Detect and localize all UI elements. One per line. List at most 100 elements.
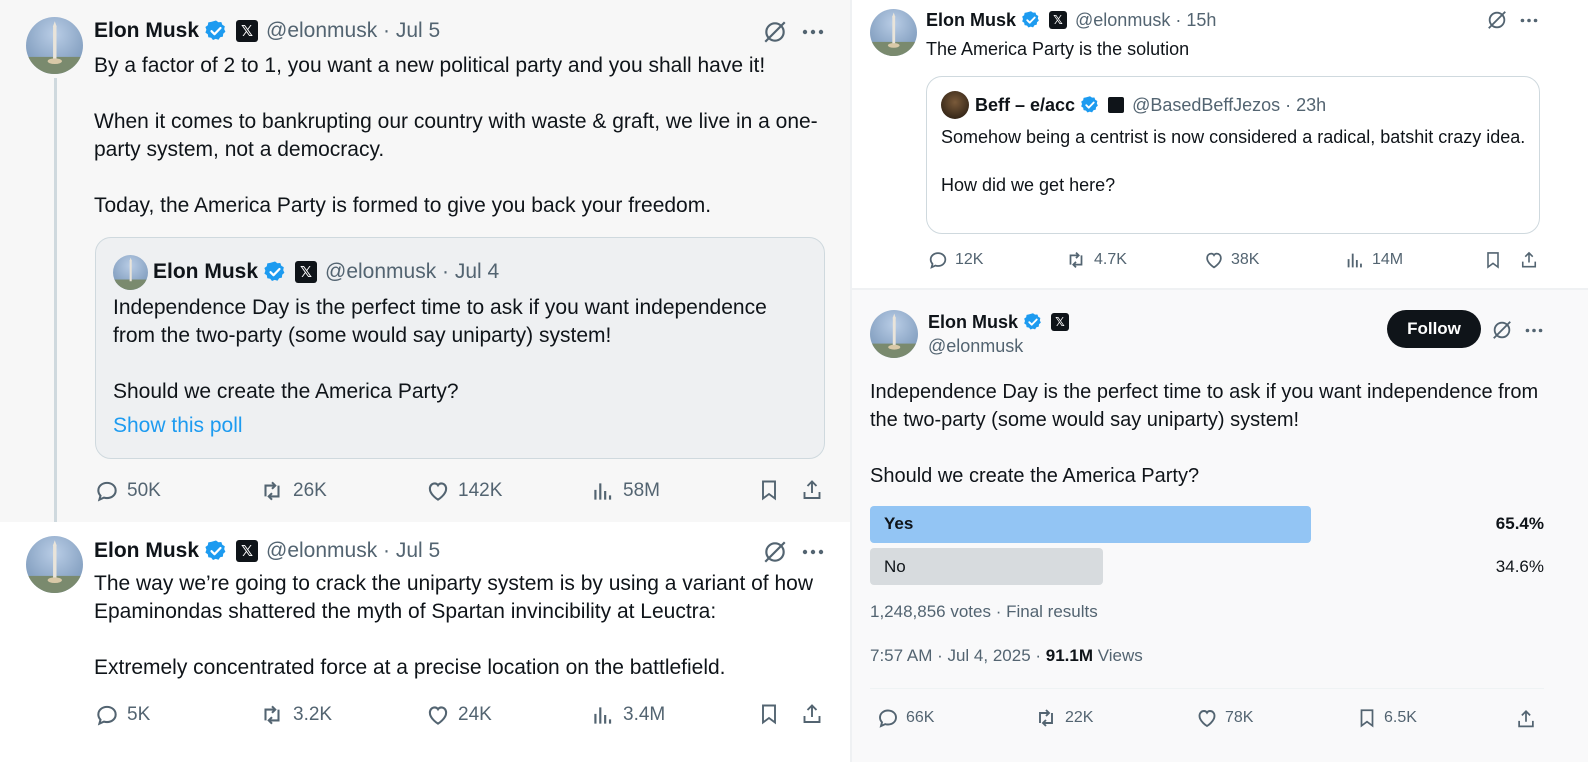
tweet-header: Elon Musk 𝕏 <box>928 310 1070 334</box>
repost-count: 22K <box>1065 709 1094 726</box>
repost-count: 3.2K <box>293 704 333 725</box>
share-icon[interactable] <box>798 700 826 728</box>
analytics-icon <box>594 483 612 500</box>
repost-count: 26K <box>293 480 327 501</box>
reply-button[interactable]: 12K <box>927 249 983 271</box>
grok-icon[interactable] <box>760 538 790 566</box>
tweet-1[interactable]: Elon Musk 𝕏 @elonmusk · Jul 5 By a facto… <box>0 0 850 522</box>
poll-summary: 1,248,856 votes · Final results <box>870 602 1098 621</box>
timestamp-text[interactable]: 7:57 AM · Jul 4, 2025 · <box>870 646 1046 665</box>
handle-and-time[interactable]: @elonmusk · Jul 5 <box>266 539 440 563</box>
show-poll-link[interactable]: Show this poll <box>113 412 243 440</box>
quote-avatar <box>941 91 969 119</box>
heart-icon <box>1206 252 1222 269</box>
views-count: 58M <box>623 480 660 501</box>
tweet-4[interactable]: Elon Musk 𝕏 @elonmusk Follow Independenc… <box>852 290 1588 762</box>
display-name[interactable]: Elon Musk <box>928 312 1018 333</box>
quoted-tweet[interactable]: Beff – e/acc @BasedBeffJezos · 23h Someh… <box>926 76 1540 234</box>
more-options-icon[interactable] <box>798 538 828 566</box>
quoted-tweet[interactable]: Elon Musk 𝕏 @elonmusk · Jul 4 Independen… <box>95 237 825 459</box>
avatar[interactable] <box>870 9 917 56</box>
tweet-header: Elon Musk 𝕏 @elonmusk · Jul 5 <box>94 17 440 45</box>
repost-icon <box>1069 252 1083 268</box>
bookmark-icon[interactable] <box>755 476 783 504</box>
grok-icon[interactable] <box>760 18 790 46</box>
share-icon[interactable] <box>798 476 826 504</box>
handle[interactable]: @elonmusk <box>928 334 1023 358</box>
tweet-2[interactable]: Elon Musk 𝕏 @elonmusk · Jul 5 The way we… <box>0 522 850 762</box>
display-name[interactable]: Elon Musk <box>94 539 199 563</box>
views-button[interactable]: 58M <box>590 478 660 504</box>
reply-button[interactable]: 50K <box>94 478 161 504</box>
quote-text: Somehow being a centrist is now consider… <box>941 127 1526 195</box>
reply-button[interactable]: 5K <box>94 702 150 728</box>
like-button[interactable]: 38K <box>1203 249 1259 271</box>
views-count: 91.1M <box>1045 646 1094 665</box>
views-count: 14M <box>1372 251 1404 268</box>
poll-option-label: No <box>884 557 906 576</box>
views-label: Views <box>1093 646 1143 665</box>
tweet-header: Elon Musk 𝕏 @elonmusk · 15h <box>926 8 1216 32</box>
quote-display-name: Elon Musk <box>153 260 259 283</box>
tweet-3[interactable]: Elon Musk 𝕏 @elonmusk · 15h The America … <box>852 0 1588 288</box>
tweet-text: Independence Day is the perfect time to … <box>870 381 1539 487</box>
repost-icon <box>1039 709 1053 727</box>
repost-button[interactable]: 3.2K <box>258 702 332 728</box>
repost-button[interactable]: 4.7K <box>1064 249 1127 271</box>
display-name[interactable]: Elon Musk <box>94 19 199 43</box>
quote-handle-and-time: @elonmusk · Jul 4 <box>325 260 500 283</box>
poll-option-label: Yes <box>884 514 914 533</box>
grok-icon[interactable] <box>1489 318 1515 342</box>
heart-icon <box>428 482 448 501</box>
tweet-header: Elon Musk 𝕏 @elonmusk · Jul 5 <box>94 537 440 565</box>
avatar[interactable] <box>26 536 83 593</box>
repost-count: 4.7K <box>1094 251 1127 268</box>
x-affiliate-badge-icon: 𝕏 <box>236 540 259 562</box>
views-button[interactable]: 3.4M <box>590 702 665 728</box>
poll-bar-yes <box>870 506 1311 543</box>
repost-icon <box>264 705 280 725</box>
reply-count: 66K <box>906 709 935 726</box>
reply-icon <box>929 252 947 269</box>
more-options-icon[interactable] <box>1516 8 1542 32</box>
quote-handle-and-time: @BasedBeffJezos · 23h <box>1132 94 1327 115</box>
follow-button[interactable]: Follow <box>1387 310 1481 348</box>
reply-button[interactable]: 66K <box>876 706 934 730</box>
poll-option-percent: 65.4% <box>1495 514 1544 533</box>
verified-badge-icon <box>204 539 228 563</box>
like-button[interactable]: 142K <box>425 478 502 504</box>
like-button[interactable]: 24K <box>425 702 492 728</box>
views-button[interactable]: 14M <box>1344 249 1403 271</box>
thread-connector <box>54 78 57 522</box>
bookmark-button[interactable]: 6.5K <box>1356 706 1417 730</box>
tweet-text: By a factor of 2 to 1, you want a new po… <box>94 54 818 217</box>
more-options-icon[interactable] <box>798 18 828 46</box>
bookmark-icon[interactable] <box>755 700 783 728</box>
like-count: 142K <box>458 480 503 501</box>
display-name[interactable]: Elon Musk <box>926 10 1016 31</box>
more-options-icon[interactable] <box>1521 318 1547 342</box>
quote-header: Elon Musk 𝕏 @elonmusk · Jul 4 <box>153 258 499 286</box>
avatar[interactable] <box>26 17 83 74</box>
quote-display-name: Beff – e/acc <box>975 94 1076 115</box>
verified-badge-icon <box>1080 95 1100 115</box>
share-icon[interactable] <box>1517 248 1541 272</box>
repost-button[interactable]: 26K <box>258 478 327 504</box>
avatar[interactable] <box>870 310 918 358</box>
bookmark-icon <box>1360 709 1374 728</box>
verified-badge-icon <box>1021 10 1041 30</box>
share-icon[interactable] <box>1513 706 1539 732</box>
like-button[interactable]: 78K <box>1195 706 1253 730</box>
handle-and-time[interactable]: @elonmusk · Jul 5 <box>266 19 440 43</box>
quote-header: Beff – e/acc @BasedBeffJezos · 23h <box>975 93 1326 117</box>
reply-count: 5K <box>127 704 151 725</box>
x-affiliate-badge-icon: 𝕏 <box>236 20 259 42</box>
handle-and-time[interactable]: @elonmusk · 15h <box>1075 10 1216 31</box>
verified-badge-icon <box>1023 312 1043 332</box>
bookmark-icon[interactable] <box>1481 248 1505 272</box>
grok-icon[interactable] <box>1484 8 1510 32</box>
tweet-timestamp: 7:57 AM · Jul 4, 2025 · 91.1M Views <box>870 645 1143 667</box>
tweet-text: The way we’re going to crack the unipart… <box>94 572 814 679</box>
repost-button[interactable]: 22K <box>1033 706 1093 730</box>
tweet-text: The America Party is the solution <box>926 39 1190 59</box>
